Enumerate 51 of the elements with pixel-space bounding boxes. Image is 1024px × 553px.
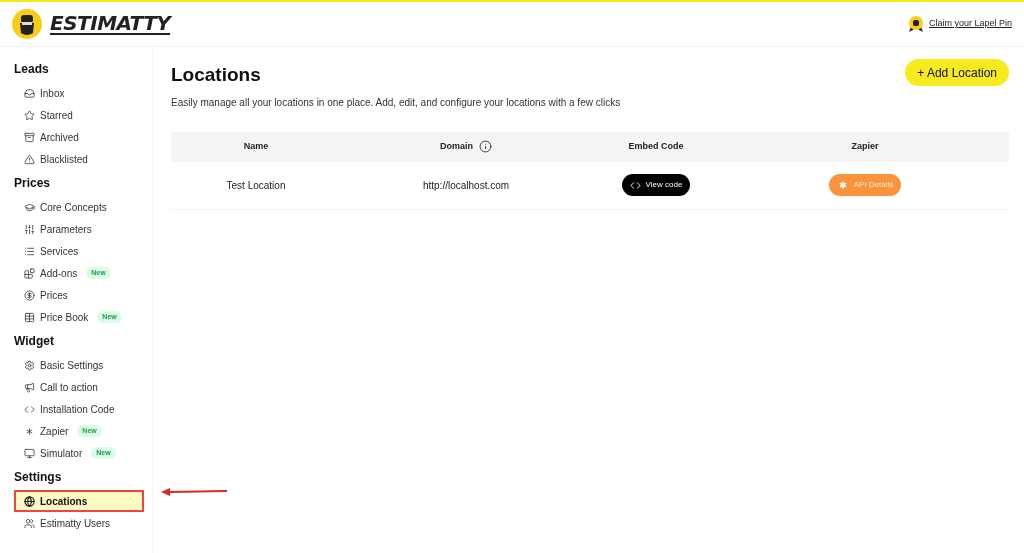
column-header: Domain bbox=[440, 139, 473, 153]
star-icon bbox=[24, 109, 35, 121]
archive-icon bbox=[24, 131, 35, 143]
sidebar-item[interactable]: Archived bbox=[14, 126, 144, 148]
inbox-icon bbox=[24, 87, 35, 99]
sidebar-item[interactable]: Prices bbox=[14, 284, 144, 306]
medal-icon bbox=[906, 15, 925, 33]
arrow-drawing bbox=[161, 487, 229, 497]
view-code-button[interactable]: View code bbox=[621, 174, 691, 196]
sidebar-item[interactable]: Blacklisted bbox=[14, 148, 144, 170]
sidebar-item[interactable]: Basic Settings bbox=[14, 354, 144, 376]
page-subtitle: Easily manage all your locations in one place. Add, edit, and configure your locations with a few clicks bbox=[171, 95, 621, 110]
column-header: Zapier bbox=[851, 139, 879, 153]
asterisk-icon bbox=[24, 425, 35, 437]
table-icon bbox=[24, 311, 35, 323]
sidebar-item[interactable]: Core Concepts bbox=[14, 196, 144, 218]
column-header: Embed Code bbox=[628, 139, 684, 153]
sidebar-item[interactable]: Installation Code bbox=[14, 398, 144, 420]
megaphone-icon bbox=[24, 381, 35, 393]
sidebar-item[interactable]: Parameters bbox=[14, 218, 144, 240]
column-header: Name bbox=[243, 139, 269, 153]
info-icon bbox=[479, 140, 492, 153]
monitor-icon bbox=[24, 447, 35, 459]
settings-icon bbox=[24, 359, 35, 371]
blocks-icon bbox=[24, 267, 35, 279]
section-heading: Widget bbox=[14, 333, 55, 350]
table-cell-text: Test Location bbox=[226, 178, 286, 193]
warning-icon bbox=[24, 153, 35, 165]
sidebar-item[interactable]: Call to action bbox=[14, 376, 144, 398]
logo-text: ESTIMATTY bbox=[50, 13, 171, 35]
sidebar-item[interactable]: Starred bbox=[14, 104, 144, 126]
sidebar-item[interactable]: Services bbox=[14, 240, 144, 262]
list-icon bbox=[24, 245, 35, 257]
section-heading: Leads bbox=[14, 61, 50, 78]
page-title: Locations bbox=[171, 63, 262, 87]
code-icon bbox=[629, 179, 641, 191]
claim-link[interactable]: Claim your Lapel Pin bbox=[928, 17, 1012, 31]
sliders-icon bbox=[24, 223, 35, 235]
logo-icon bbox=[12, 9, 42, 39]
table-cell-text: http://localhost.com bbox=[422, 178, 510, 193]
dollar-icon bbox=[24, 289, 35, 301]
sidebar-item[interactable]: Estimatty Users bbox=[14, 512, 144, 534]
sidebar-item[interactable]: Locations bbox=[14, 490, 144, 512]
add-location-button[interactable]: + Add Location bbox=[905, 59, 1009, 86]
users-icon bbox=[24, 517, 35, 529]
section-heading: Prices bbox=[14, 175, 52, 192]
globe-icon bbox=[24, 495, 35, 507]
graduation-cap-icon bbox=[24, 201, 35, 213]
code-icon bbox=[24, 403, 35, 415]
section-heading: Settings bbox=[14, 469, 63, 486]
sidebar-item[interactable]: Inbox bbox=[14, 82, 144, 104]
